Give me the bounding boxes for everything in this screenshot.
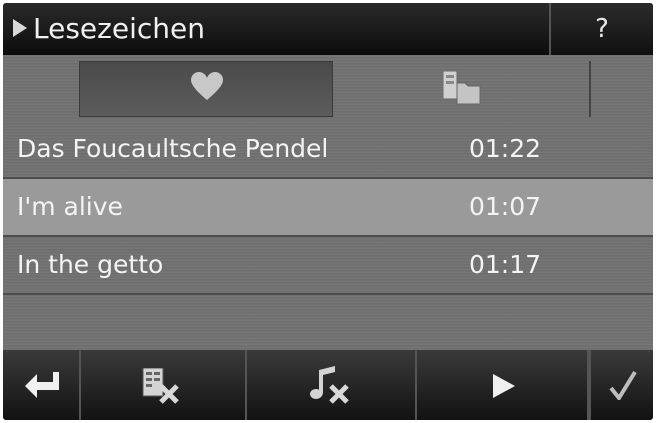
list-item[interactable]: Das Foucaultsche Pendel 01:22 bbox=[3, 121, 653, 179]
track-title: Das Foucaultsche Pendel bbox=[17, 134, 329, 163]
help-button[interactable]: ? bbox=[549, 3, 653, 55]
title-arrow-icon bbox=[13, 19, 27, 37]
help-label: ? bbox=[595, 14, 609, 44]
bottom-toolbar bbox=[3, 350, 653, 420]
delete-list-icon bbox=[142, 368, 179, 404]
play-button[interactable] bbox=[417, 350, 589, 420]
track-title: In the getto bbox=[17, 250, 164, 279]
checkmark-icon bbox=[609, 370, 637, 400]
back-button[interactable] bbox=[3, 350, 81, 420]
list-item[interactable]: In the getto 01:17 bbox=[3, 237, 653, 295]
tab-row bbox=[3, 55, 653, 117]
back-arrow-icon bbox=[25, 372, 59, 398]
play-icon bbox=[493, 374, 515, 398]
tab-divider bbox=[589, 61, 591, 117]
track-title: I'm alive bbox=[17, 192, 123, 221]
title-bar: Lesezeichen ? bbox=[3, 3, 653, 55]
track-duration: 01:22 bbox=[469, 134, 542, 163]
delete-music-button[interactable] bbox=[247, 350, 417, 420]
delete-list-button[interactable] bbox=[81, 350, 247, 420]
delete-music-icon bbox=[310, 366, 349, 404]
confirm-button[interactable] bbox=[589, 350, 653, 420]
page-title: Lesezeichen bbox=[33, 12, 205, 45]
tab-favorites[interactable] bbox=[79, 61, 333, 117]
tab-folders[interactable] bbox=[335, 61, 589, 117]
track-duration: 01:17 bbox=[469, 250, 542, 279]
bookmarks-screen: Lesezeichen ? Das Foucaultsche Pendel 01… bbox=[3, 3, 653, 420]
heart-icon bbox=[191, 72, 223, 100]
track-duration: 01:07 bbox=[469, 192, 542, 221]
folder-icon bbox=[443, 71, 481, 105]
list-item-selected[interactable]: I'm alive 01:07 bbox=[3, 179, 653, 237]
bookmark-list: Das Foucaultsche Pendel 01:22 I'm alive … bbox=[3, 121, 653, 295]
